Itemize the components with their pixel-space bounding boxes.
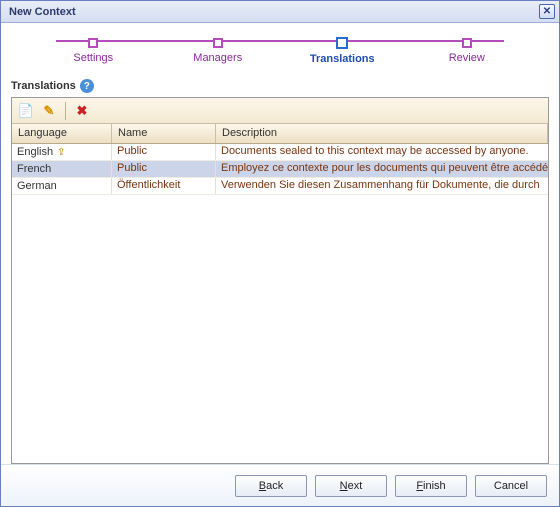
step-box-icon <box>336 37 348 49</box>
edit-icon: ✎ <box>44 103 55 119</box>
dialog-button-bar: Back Next Finish Cancel <box>1 464 559 506</box>
grid-body: English ⇪ Public Documents sealed to thi… <box>12 144 548 463</box>
section-header: Translations ? <box>1 73 559 97</box>
step-label: Translations <box>310 53 375 65</box>
cell-name: Public <box>112 144 216 160</box>
close-button[interactable]: ✕ <box>539 4 555 19</box>
cancel-label: Cancel <box>494 480 528 492</box>
dialog-new-context: New Context ✕ Settings Managers Translat… <box>0 0 560 507</box>
grid-toolbar: 📄 ✎ ✖ <box>12 98 548 124</box>
wizard-stepper: Settings Managers Translations Review <box>1 23 559 73</box>
cell-description: Documents sealed to this context may be … <box>216 144 548 160</box>
table-row[interactable]: French Public Employez ce contexte pour … <box>12 161 548 178</box>
cell-language: French <box>12 161 112 177</box>
toolbar-separator <box>65 102 66 120</box>
close-icon: ✕ <box>543 6 551 17</box>
column-header-description[interactable]: Description <box>216 124 548 143</box>
grid-column-headers: Language Name Description <box>12 124 548 144</box>
cell-description: Employez ce contexte pour les documents … <box>216 161 548 177</box>
section-title: Translations <box>11 80 76 92</box>
step-managers[interactable]: Managers <box>173 38 263 64</box>
step-settings[interactable]: Settings <box>48 38 138 64</box>
titlebar: New Context ✕ <box>1 1 559 23</box>
edit-translation-button[interactable]: ✎ <box>39 101 59 121</box>
cell-language: German <box>12 178 112 194</box>
column-header-name[interactable]: Name <box>112 124 216 143</box>
step-label: Settings <box>73 52 113 64</box>
step-review[interactable]: Review <box>422 38 512 64</box>
step-box-icon <box>213 38 223 48</box>
table-row[interactable]: English ⇪ Public Documents sealed to thi… <box>12 144 548 161</box>
help-icon[interactable]: ? <box>80 79 94 93</box>
window-title: New Context <box>9 6 539 18</box>
new-translation-button[interactable]: 📄 <box>16 101 36 121</box>
delete-translation-button[interactable]: ✖ <box>72 101 92 121</box>
next-button[interactable]: Next <box>315 475 387 497</box>
language-text: German <box>17 180 57 192</box>
column-header-language[interactable]: Language <box>12 124 112 143</box>
cell-name: Öffentlichkeit <box>112 178 216 194</box>
step-label: Managers <box>193 52 242 64</box>
delete-icon: ✖ <box>77 103 88 119</box>
step-box-icon <box>88 38 98 48</box>
cell-name: Public <box>112 161 216 177</box>
new-icon: 📄 <box>18 103 34 119</box>
cell-description: Verwenden Sie diesen Zusammenhang für Do… <box>216 178 548 194</box>
cancel-button[interactable]: Cancel <box>475 475 547 497</box>
back-button[interactable]: Back <box>235 475 307 497</box>
step-box-icon <box>462 38 472 48</box>
finish-button[interactable]: Finish <box>395 475 467 497</box>
default-language-icon: ⇪ <box>57 147 65 158</box>
language-text: French <box>17 163 51 175</box>
table-row[interactable]: German Öffentlichkeit Verwenden Sie dies… <box>12 178 548 195</box>
cell-language: English ⇪ <box>12 144 112 160</box>
translations-grid: 📄 ✎ ✖ Language Name Description English … <box>11 97 549 464</box>
language-text: English <box>17 146 53 158</box>
step-label: Review <box>449 52 485 64</box>
step-translations[interactable]: Translations <box>297 37 387 65</box>
